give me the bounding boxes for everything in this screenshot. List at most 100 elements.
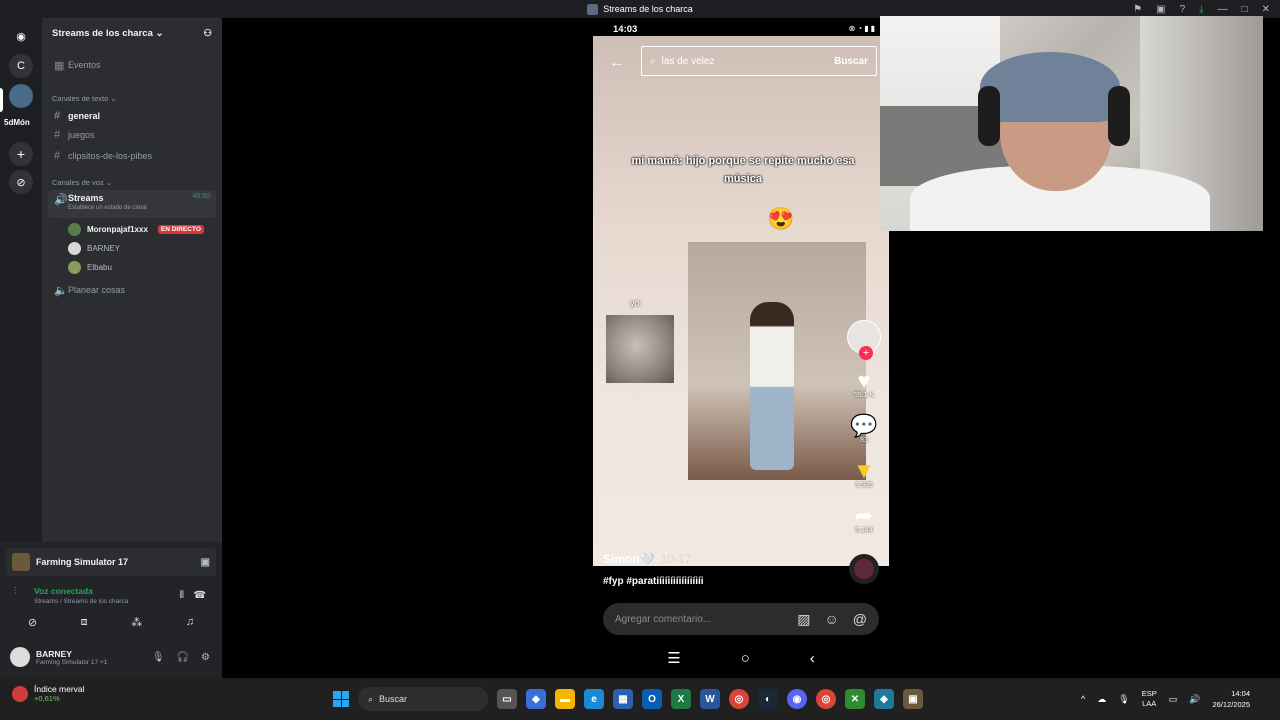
activity-screen-icon[interactable]: ▣ — [201, 557, 210, 568]
xbox-icon[interactable]: ✕ — [845, 689, 865, 709]
flag-icon[interactable]: ⚑ — [1133, 4, 1142, 15]
phone-screen: 14:03 ⊗◔▮▮ ← ⌕ las de velez Buscar mi ma… — [593, 18, 889, 678]
video-actions: + ♥ 55.1 K 💬 83 ▼ 5.935 ➦ 5.144 — [847, 320, 881, 534]
voice-connection: ⫶ Voz conectada Streams / Streams de los… — [14, 586, 210, 605]
language-indicator[interactable]: ESP LAA — [1142, 689, 1157, 709]
mic-icon[interactable]: 🎙 — [1118, 694, 1129, 705]
help-icon[interactable]: ? — [1180, 4, 1186, 15]
close-icon[interactable]: ✕ — [1262, 4, 1270, 15]
events-item[interactable]: ▦ Eventos — [48, 56, 216, 74]
share-action[interactable]: ➦ 5.144 — [855, 505, 873, 535]
search-bar[interactable]: ⌕ las de velez Buscar — [641, 46, 877, 76]
home-icon[interactable]: ○ — [741, 650, 750, 667]
like-action[interactable]: ♥ 55.1 K — [854, 370, 874, 400]
chrome-icon[interactable]: ◎ — [729, 689, 749, 709]
voice-category[interactable]: Canales de voz ⌄ — [52, 178, 112, 187]
file-explorer-icon[interactable]: ▬ — [555, 689, 575, 709]
current-user[interactable]: BARNEY Farming Simulator 17 +1 🎙 🎧 ⚙ — [6, 644, 216, 670]
webcam-cap — [980, 52, 1120, 122]
edge-icon[interactable]: e — [584, 689, 604, 709]
video-author[interactable]: Simon🤍 10-17 — [603, 552, 691, 566]
copilot-icon[interactable]: ◆ — [526, 689, 546, 709]
speaker-icon: 🔈 — [54, 284, 68, 297]
image-icon[interactable]: ▨ — [797, 611, 810, 628]
soundboard-icon[interactable]: ♫ — [186, 616, 194, 628]
server-label-5dmon: 5dMón — [4, 118, 30, 127]
save-action[interactable]: ▼ 5.935 — [853, 460, 875, 490]
download-icon[interactable]: ⤓ — [1199, 4, 1203, 15]
system-tray: ^ ☁ 🎙 ESP LAA ▭ 🔊 14:04 26/12/2025 — [1081, 684, 1250, 714]
dancer-figure — [750, 302, 794, 470]
disconnect-icon[interactable]: ☎ — [194, 590, 206, 601]
recents-icon[interactable]: ☰ — [667, 649, 680, 667]
discord-icon[interactable]: ◉ — [787, 689, 807, 709]
chrome-profile-icon[interactable]: ◎ — [816, 689, 836, 709]
channel-general[interactable]: # general — [48, 107, 216, 125]
search-query[interactable]: las de velez — [662, 56, 834, 67]
noise-suppression-icon[interactable]: ⦀ — [180, 590, 184, 601]
taskbar-search[interactable]: ⌕ Buscar — [358, 687, 488, 711]
excel-icon[interactable]: X — [671, 689, 691, 709]
voice-user-moronpaja[interactable]: Moronpajaf1xxx EN DIRECTO — [68, 221, 204, 237]
display-icon[interactable]: ▭ — [1169, 694, 1178, 705]
back-icon[interactable]: ‹ — [810, 650, 815, 667]
add-server-icon[interactable]: + — [9, 142, 33, 166]
discover-icon[interactable]: ⊘ — [9, 170, 33, 194]
voice-user-elbabu[interactable]: Elbabu — [68, 259, 112, 275]
back-arrow-icon[interactable]: ← — [609, 54, 625, 72]
window-title: Streams de los charca — [603, 4, 693, 14]
minimize-icon[interactable]: — — [1218, 4, 1228, 15]
task-view-icon[interactable]: ▭ — [497, 689, 517, 709]
word-icon[interactable]: W — [700, 689, 720, 709]
farming-simulator-icon[interactable]: ▣ — [903, 689, 923, 709]
activity-card[interactable]: Farming Simulator 17 ▣ — [6, 548, 216, 576]
add-member-icon[interactable]: ⚇ — [203, 28, 212, 39]
camera-off-icon[interactable]: ⊘ — [28, 616, 37, 629]
windows-start-icon[interactable] — [333, 691, 349, 707]
tiktok-video[interactable]: ← ⌕ las de velez Buscar mi mamá: hijo po… — [593, 36, 889, 566]
headphones-icon[interactable]: 🎧 — [177, 652, 189, 663]
settings-gear-icon[interactable]: ⚙ — [201, 652, 210, 663]
network-icon[interactable]: ☁ — [1097, 694, 1106, 705]
webcam-headset-left — [978, 86, 1000, 146]
creator-avatar[interactable]: + — [847, 320, 881, 360]
app-icon[interactable]: ◈ — [874, 689, 894, 709]
outlook-icon[interactable]: O — [642, 689, 662, 709]
video-hashtags[interactable]: #fyp #paratiíiíiíiíiíiíiíiíi — [603, 576, 704, 587]
maximize-icon[interactable]: □ — [1242, 4, 1248, 15]
music-disc-icon[interactable] — [849, 554, 879, 584]
streams-timer: 46:50 — [192, 193, 210, 200]
inbox-icon[interactable]: ▣ — [1156, 4, 1165, 15]
volume-icon[interactable]: 🔊 — [1189, 694, 1200, 705]
activities-icon[interactable]: ⁂ — [131, 616, 142, 629]
screen-share-icon[interactable]: ⧈ — [81, 616, 88, 629]
search-button[interactable]: Buscar — [834, 56, 868, 67]
video-date: 10-17 — [660, 552, 692, 566]
phone-status-icons: ⊗◔▮▮ — [848, 24, 877, 33]
emoji-icon[interactable]: ☺ — [824, 611, 838, 628]
webcam-overlay — [880, 16, 1263, 231]
comment-input[interactable]: Agregar comentario... ▨ ☺ @ — [603, 603, 879, 635]
channel-clipsitos[interactable]: # clipsitos-de-los-pibes — [48, 147, 216, 165]
discord-home-icon[interactable]: ◉ — [9, 24, 33, 48]
widgets-button[interactable]: Índice merval +0,61% — [12, 684, 85, 703]
voice-channel-planear[interactable]: 🔈 Planear cosas — [48, 281, 216, 299]
steam-icon[interactable]: ◐ — [758, 689, 778, 709]
follow-plus-icon[interactable]: + — [859, 346, 873, 360]
store-icon[interactable]: ▦ — [613, 689, 633, 709]
windows-taskbar: Índice merval +0,61% ⌕ Buscar ▭ ◆ ▬ e ▦ … — [0, 678, 1280, 720]
voice-channel-streams[interactable]: 🔊 Streams Establece un estado de canal 4… — [48, 190, 216, 218]
mention-icon[interactable]: @ — [853, 611, 867, 628]
chevron-up-icon[interactable]: ^ — [1081, 694, 1085, 704]
server-c[interactable]: C — [9, 54, 33, 78]
server-header[interactable]: Streams de los charca ⌄ ⚇ — [42, 18, 222, 48]
voice-user-barney[interactable]: BARNEY — [68, 240, 120, 256]
text-category[interactable]: Canales de texto ⌄ — [52, 94, 117, 103]
server-active-avatar[interactable] — [9, 84, 33, 108]
user-panel: Farming Simulator 17 ▣ ⫶ Voz conectada S… — [0, 542, 222, 678]
avatar — [68, 241, 81, 255]
taskbar-clock[interactable]: 14:04 26/12/2025 — [1212, 688, 1250, 710]
comment-action[interactable]: 💬 83 — [850, 415, 877, 445]
channel-juegos[interactable]: # juegos — [48, 126, 216, 144]
microphone-icon[interactable]: 🎙 — [152, 652, 165, 663]
